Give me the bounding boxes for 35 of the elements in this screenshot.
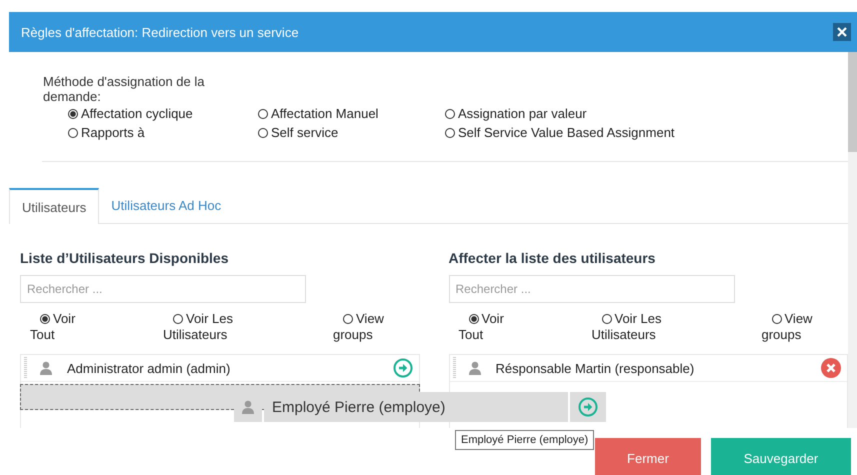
radio-option[interactable]: View groups (762, 311, 824, 343)
remove-icon[interactable] (821, 358, 841, 378)
list-heading: Affecter la liste des utilisateurs (448, 250, 656, 266)
radio-option[interactable]: Assignation par valeur (445, 106, 705, 121)
user-name: Employé Pierre (employe) (264, 392, 568, 422)
scrollbar[interactable] (848, 52, 857, 428)
tooltip: Employé Pierre (employe) (455, 430, 594, 450)
radio-option[interactable]: Self service (258, 125, 445, 140)
search-field[interactable]: Rechercher ... (448, 275, 734, 303)
user-icon (242, 400, 254, 414)
radio-option[interactable]: Voir Tout (30, 311, 88, 343)
radio-option[interactable]: Self Service Value Based Assignment (445, 125, 705, 140)
tab[interactable]: Utilisateurs Ad Hoc (99, 188, 234, 223)
search-field[interactable]: Rechercher ... (20, 275, 306, 303)
user-icon (468, 361, 480, 375)
radio-option[interactable]: Affectation Manuel (258, 106, 445, 121)
user-name: Administrator admin (admin) (67, 360, 232, 376)
dragged-item[interactable]: Employé Pierre (employe) (234, 392, 606, 422)
close-icon[interactable] (833, 23, 851, 41)
drag-handle-icon[interactable] (24, 357, 27, 379)
radio-option[interactable]: Affectation cyclique (68, 106, 258, 121)
user-icon (40, 361, 52, 375)
method-label: Méthode d'assignation de la demande: (43, 74, 206, 104)
dialog-title: Règles d'affectation: Redirection vers un service (21, 24, 299, 40)
radio-option[interactable]: Rapports à (68, 125, 258, 140)
user-name: Résponsable Martin (responsable) (496, 360, 696, 376)
add-icon[interactable] (392, 358, 412, 378)
radio-option[interactable]: Voir Les Utilisateurs (163, 311, 243, 343)
list-heading: Liste d’Utilisateurs Disponibles (20, 250, 230, 266)
radio-option[interactable]: Voir Tout (458, 311, 516, 343)
radio-option[interactable]: Voir Les Utilisateurs (592, 311, 672, 343)
add-icon (578, 397, 598, 417)
radio-option[interactable]: View groups (333, 311, 395, 343)
drag-handle-icon[interactable] (452, 357, 456, 379)
tab[interactable]: Utilisateurs (9, 188, 100, 224)
